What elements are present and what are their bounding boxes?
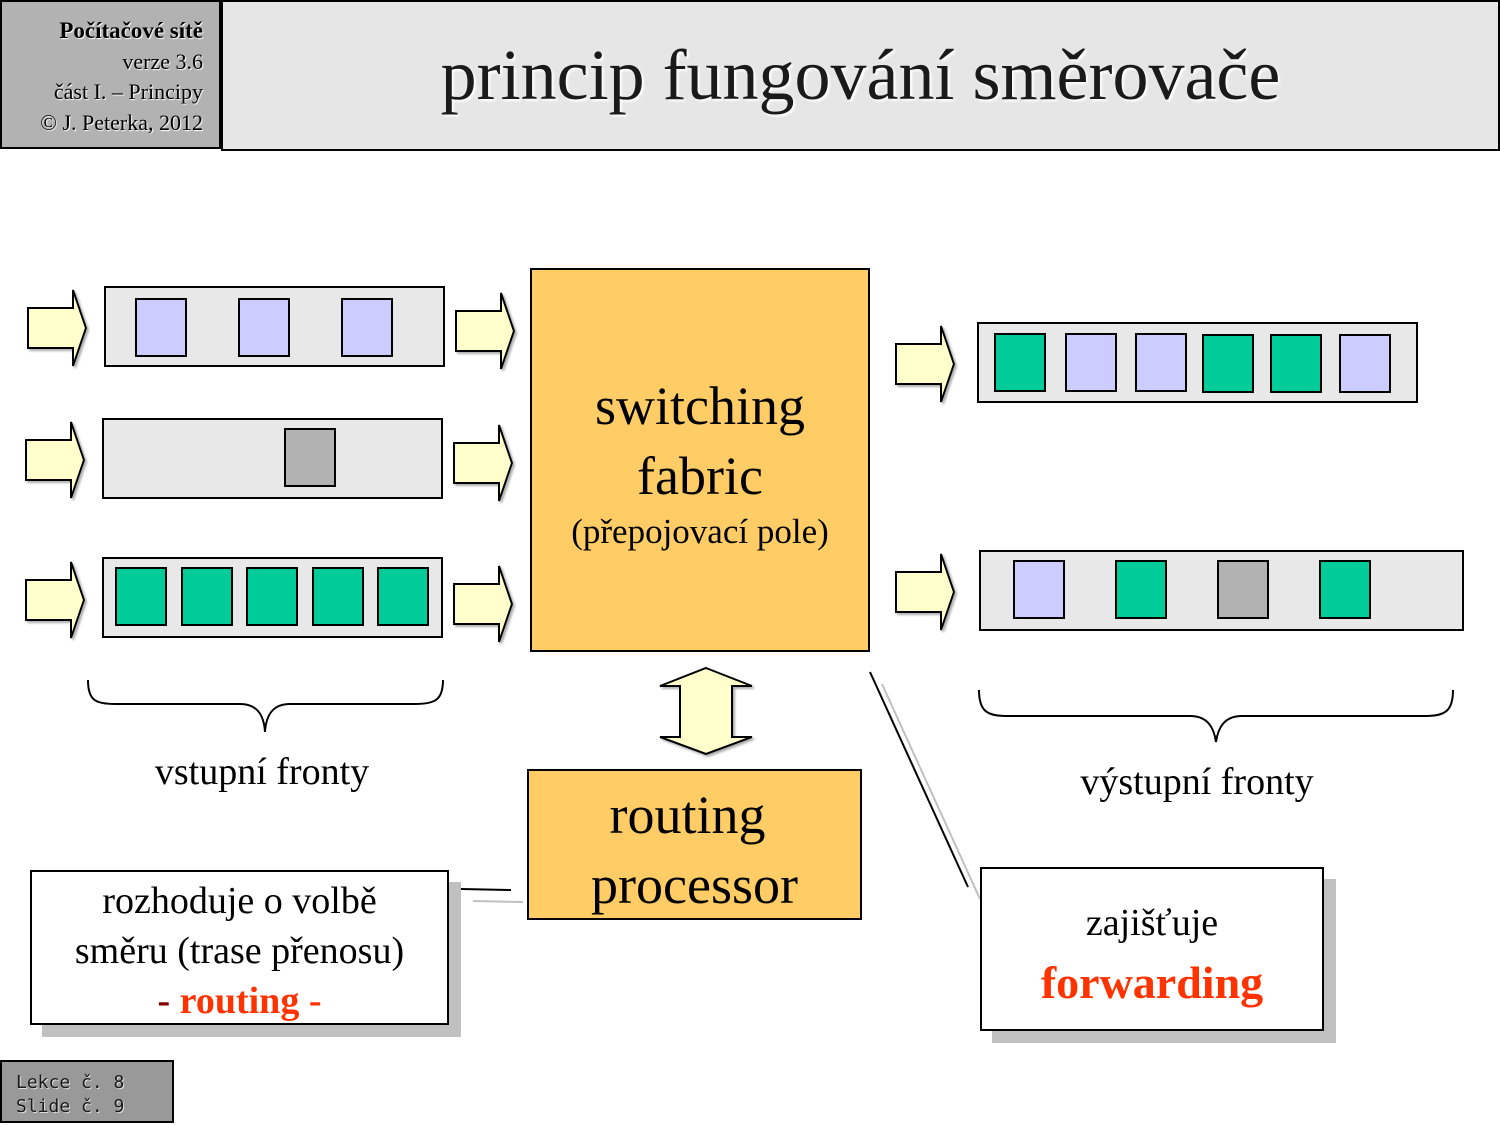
input-arrow-out-3-icon: [453, 565, 514, 643]
slide-number-box: Lekce č. 8 Slide č. 9: [0, 1060, 174, 1123]
routing-keyword: routing: [179, 980, 300, 1022]
routing-dash-left: -: [157, 980, 180, 1022]
output-packet-lavender: [1065, 333, 1117, 392]
input-queue-3: [102, 557, 443, 638]
input-packet-lavender: [238, 298, 290, 357]
output-packet-green: [994, 333, 1046, 392]
routing-connector-shadow: [472, 900, 524, 903]
output-packet-lavender: [1135, 333, 1187, 392]
output-queues-label: výstupní fronty: [1080, 761, 1314, 803]
output-arrow-in-1-icon: [895, 325, 956, 403]
output-queue-2: [979, 550, 1464, 631]
forwarding-callout-line1: zajišťuje: [1085, 902, 1219, 944]
input-arrow-out-2-icon: [453, 424, 514, 502]
input-packet-lavender: [341, 298, 393, 357]
switching-fabric-title-line1: switching: [595, 376, 805, 436]
forwarding-keyword: forwarding: [1040, 957, 1264, 1008]
switching-fabric-subtitle: (přepojovací pole): [571, 512, 829, 551]
input-arrow-in-3-icon: [25, 561, 86, 639]
routing-callout-line3: - routing -: [32, 976, 447, 1026]
lesson-number: Lekce č. 8: [16, 1072, 125, 1093]
input-arrow-in-1-icon: [27, 289, 88, 367]
output-packet-green: [1319, 560, 1371, 619]
output-packet-green: [1115, 560, 1167, 619]
forwarding-connector-line: [869, 671, 969, 888]
input-packet-green: [246, 567, 298, 626]
bidirectional-arrow-icon: [659, 666, 753, 756]
routing-processor-box: routing processor: [527, 769, 862, 920]
input-queues-brace-icon: [87, 679, 444, 733]
input-packet-lavender: [135, 298, 187, 357]
input-arrow-in-2-icon: [25, 421, 86, 499]
routing-connector-line: [460, 888, 512, 891]
input-arrow-out-1-icon: [455, 292, 516, 370]
input-queues-label: vstupní fronty: [154, 751, 370, 793]
output-packet-lavender: [1339, 334, 1391, 393]
output-queues-brace-icon: [978, 689, 1454, 743]
routing-processor-line1: routing: [609, 785, 766, 845]
forwarding-callout: zajišťuje forwarding: [980, 867, 1324, 1031]
routing-processor-line2: processor: [591, 855, 798, 915]
routing-callout-line2: směru (trase přenosu): [74, 930, 405, 972]
input-packet-green: [115, 567, 167, 626]
output-packet-green: [1202, 334, 1254, 393]
slide-number: Slide č. 9: [16, 1096, 125, 1117]
input-queue-1: [104, 286, 445, 367]
output-packet-green: [1270, 334, 1322, 393]
output-arrow-in-2-icon: [895, 553, 956, 631]
routing-callout: rozhoduje o volbě směru (trase přenosu) …: [30, 870, 449, 1025]
input-packet-gray: [284, 428, 336, 487]
input-packet-green: [312, 567, 364, 626]
routing-callout-line1: rozhoduje o volbě: [102, 880, 377, 922]
output-packet-gray: [1217, 560, 1269, 619]
forwarding-connector-shadow: [881, 683, 981, 900]
input-packet-green: [377, 567, 429, 626]
switching-fabric-title-line2: fabric: [637, 446, 763, 506]
output-queue-1: [977, 322, 1418, 403]
input-queue-2: [102, 418, 443, 499]
routing-dash-right: -: [299, 980, 322, 1022]
switching-fabric-box: switching fabric (přepojovací pole): [530, 268, 870, 652]
input-packet-green: [181, 567, 233, 626]
output-packet-lavender: [1013, 560, 1065, 619]
